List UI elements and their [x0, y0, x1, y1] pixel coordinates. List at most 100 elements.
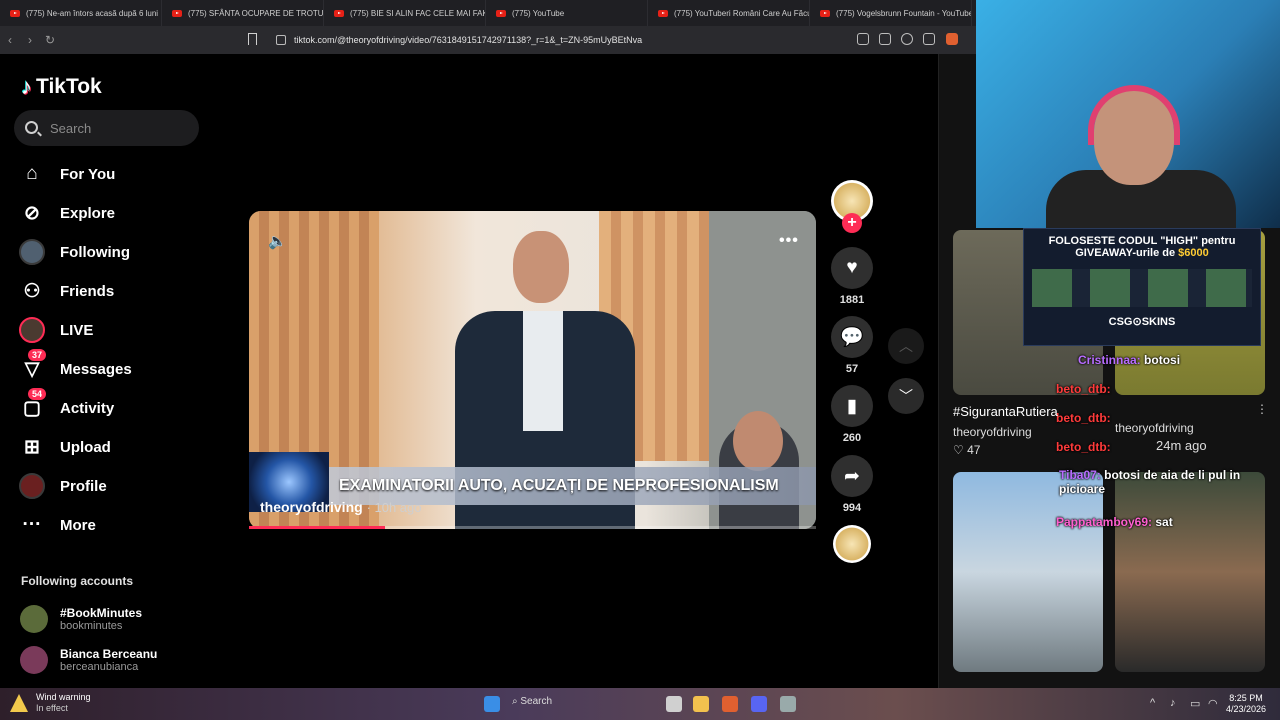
account-name: Bianca Berceanu	[60, 647, 158, 661]
following-account-item[interactable]: #BookMinutes bookminutes	[20, 602, 220, 636]
related-video-thumbnail[interactable]	[1115, 472, 1265, 672]
sidebar-item-label: Explore	[60, 204, 116, 222]
related-video-thumbnail[interactable]	[953, 472, 1103, 672]
share-button[interactable]: ➦ 994	[831, 455, 873, 514]
activity-badge: 54	[28, 388, 47, 400]
sidebar-item-label: Profile	[60, 477, 107, 495]
sidebar-item-label: For You	[60, 165, 116, 183]
warning-icon	[10, 694, 28, 712]
previous-video-button[interactable]: ︿	[888, 328, 924, 364]
banner-text: EXAMINATORII AUTO, ACUZAȚI DE NEPROFESIO…	[339, 477, 779, 494]
share-icon[interactable]	[923, 33, 935, 45]
sidebar-item-messages[interactable]: ▽ 37 Messages	[18, 349, 218, 387]
avatar	[20, 646, 48, 674]
webcam-overlay	[976, 0, 1280, 228]
chat-message: beto_dtb:	[1056, 440, 1111, 454]
account-username: berceanubianca	[60, 661, 139, 673]
discord-icon[interactable]	[751, 696, 767, 712]
promo-line-2a: GIVEAWAY-urile de	[1075, 247, 1179, 259]
chevron-up-icon: ︿	[899, 338, 913, 354]
save-button[interactable]: ▮ 260	[831, 385, 873, 444]
browser-tab[interactable]: (775) Ne-am întors acasă după 6 luni	[0, 0, 162, 26]
promo-line-2: GIVEAWAY-urile de $6000	[1024, 247, 1260, 259]
tiktok-logo[interactable]: ♪ TikTok	[21, 74, 102, 100]
more-icon: ···	[22, 514, 42, 535]
sidebar-item-more[interactable]: ··· More	[18, 507, 218, 543]
save-count: 260	[842, 432, 862, 444]
next-video-button[interactable]: ﹀	[888, 378, 924, 414]
kebab-menu-icon[interactable]: ⋮	[1256, 402, 1268, 416]
network-icon[interactable]: ▭	[1190, 697, 1200, 710]
video-author[interactable]: theoryofdriving · 10h ago	[260, 499, 422, 515]
messages-icon: ▽ 37	[18, 349, 47, 383]
brave-icon[interactable]	[946, 33, 958, 45]
comment-button[interactable]: 💬 57	[831, 316, 873, 375]
extension-icon[interactable]	[857, 33, 869, 45]
youtube-icon	[658, 9, 668, 17]
browser-tab[interactable]: (775) SFÂNTA OCUPARE DE TROTUAR	[162, 0, 324, 26]
sidebar: ♪ TikTok Search ⌂ For You ⊘ Explore Foll…	[0, 54, 238, 688]
like-button[interactable]: ♥ 1881	[831, 247, 873, 306]
sidebar-item-label: More	[60, 516, 96, 534]
sidebar-item-profile[interactable]: Profile	[18, 468, 218, 504]
weather-widget[interactable]: Wind warning In effect	[10, 692, 91, 714]
compass-icon: ⊘	[24, 202, 40, 224]
account-username: bookminutes	[60, 620, 123, 632]
browser-tab[interactable]: (775) BIE SI ALIN FAC CELE MAI FAKE	[324, 0, 486, 26]
reload-icon[interactable]: ↻	[40, 33, 60, 47]
sidebar-item-upload[interactable]: ⊞ Upload	[18, 429, 218, 465]
chevron-up-icon[interactable]: ^	[1150, 697, 1155, 709]
brave-icon[interactable]	[722, 696, 738, 712]
video-progress-bar[interactable]	[249, 526, 816, 529]
start-icon[interactable]	[484, 696, 500, 712]
chat-message: Pappatamboy69: sat	[1056, 515, 1173, 529]
related-video-title[interactable]: #SigurantaRutiera	[953, 404, 1058, 419]
sidebar-item-label: LIVE	[60, 321, 94, 339]
like-count: 1881	[839, 294, 865, 306]
related-video-author[interactable]: theoryofdriving	[953, 425, 1032, 439]
browser-tab[interactable]: (775) YouTuberi Români Care Au Făcut	[648, 0, 810, 26]
related-video-likes: ♡ 47	[953, 443, 981, 457]
task-view-icon[interactable]	[666, 696, 682, 712]
calculator-icon[interactable]	[780, 696, 796, 712]
music-disc-avatar[interactable]	[833, 525, 871, 563]
browser-tab-label: (775) BIE SI ALIN FAC CELE MAI FAKE	[350, 8, 486, 18]
file-explorer-icon[interactable]	[693, 696, 709, 712]
sidebar-item-explore[interactable]: ⊘ Explore	[18, 195, 218, 231]
browser-tab-label: (775) YouTube	[512, 8, 565, 18]
screen-icon[interactable]	[879, 33, 891, 45]
speaker-icon[interactable]: ♪	[1170, 697, 1176, 709]
taskbar-search[interactable]: ⌕ Search	[512, 696, 552, 707]
browser-tab-label: (775) Vogelsbrunn Fountain - YouTube	[836, 8, 972, 18]
sidebar-item-live[interactable]: LIVE	[18, 312, 218, 348]
search-placeholder: Search	[50, 120, 92, 136]
headphones-icon	[1088, 85, 1180, 145]
search-input[interactable]: Search	[14, 110, 199, 146]
video-progress-fill	[249, 526, 386, 529]
sidebar-item-activity[interactable]: ▢ 54 Activity	[18, 388, 218, 426]
youtube-icon	[496, 9, 506, 17]
back-icon[interactable]: ‹	[0, 33, 20, 47]
forward-icon[interactable]: ›	[20, 33, 40, 47]
weather-sub: In effect	[36, 703, 68, 713]
zoom-icon[interactable]	[901, 33, 913, 45]
following-account-item[interactable]: Bianca Berceanu berceanubianca	[20, 643, 220, 677]
bookmark-icon: ▮	[831, 385, 873, 427]
clock[interactable]: 8:25 PM 4/23/2026	[1226, 693, 1266, 715]
sidebar-item-for-you[interactable]: ⌂ For You	[18, 156, 218, 192]
sidebar-item-following[interactable]: Following	[18, 234, 218, 270]
promo-brand: CSG⊙SKINS	[1108, 316, 1176, 328]
weather-title: Wind warning	[36, 692, 91, 702]
sidebar-item-friends[interactable]: ⚇ Friends	[18, 273, 218, 309]
following-avatar-icon	[18, 238, 46, 266]
video-options-icon[interactable]: •••	[779, 232, 799, 250]
wifi-icon[interactable]: ◠	[1208, 697, 1218, 710]
volume-icon[interactable]: 🔈	[268, 232, 287, 250]
related-video-author[interactable]: theoryofdriving	[1115, 421, 1194, 435]
friends-icon: ⚇	[23, 280, 41, 302]
follow-button[interactable]: +	[842, 213, 862, 233]
bookmark-icon[interactable]	[248, 33, 257, 45]
site-info-icon[interactable]	[276, 35, 286, 45]
browser-tab[interactable]: (775) YouTube	[486, 0, 648, 26]
browser-tab[interactable]: (775) Vogelsbrunn Fountain - YouTube	[810, 0, 972, 26]
